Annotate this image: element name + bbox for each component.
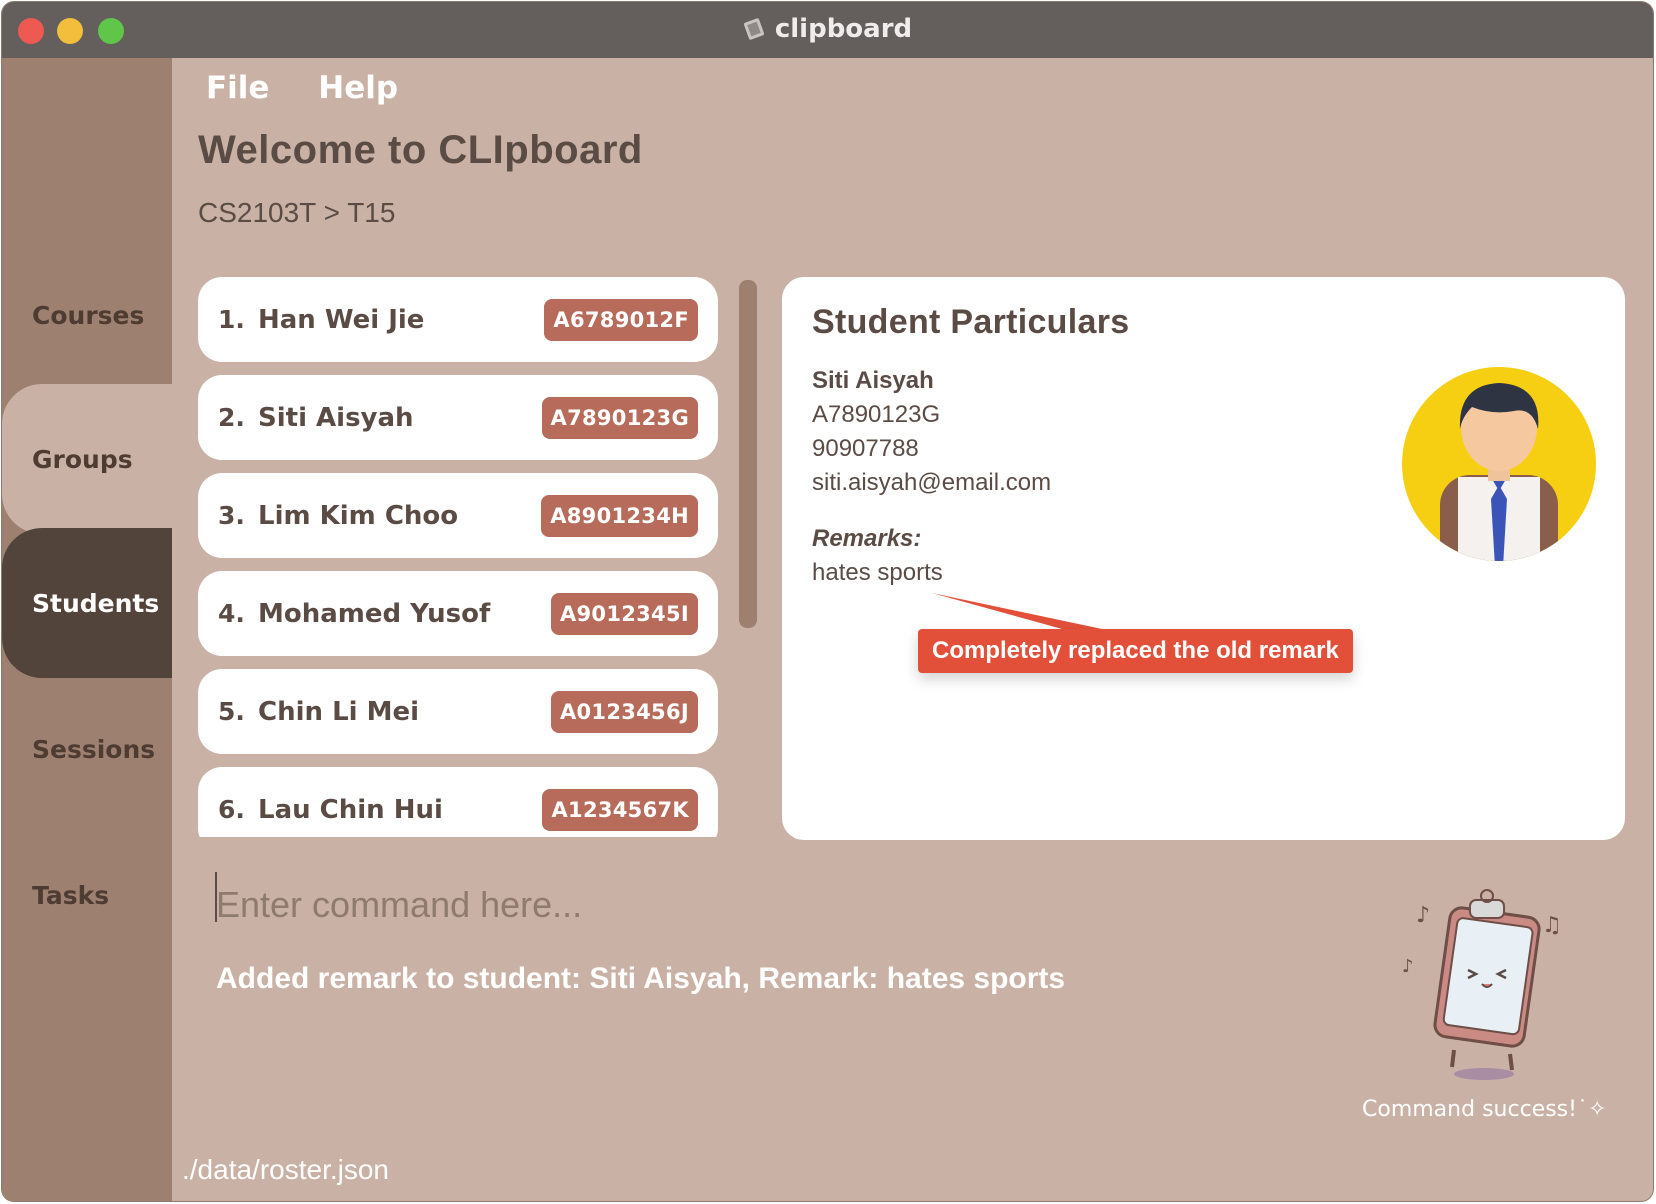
data-file-path: ./data/roster.json xyxy=(182,1154,390,1185)
menu-bar: File Help xyxy=(206,70,436,106)
svg-text:♪: ♪ xyxy=(1402,956,1414,977)
student-index: 3. xyxy=(218,501,245,530)
student-index: 4. xyxy=(218,599,245,628)
clipboard-mascot: ♪ ♫ ♪ xyxy=(1402,889,1562,1080)
student-id-badge: A7890123G xyxy=(541,396,698,439)
menu-file[interactable]: File xyxy=(206,70,269,106)
sidebar-item-label: Tasks xyxy=(32,880,110,910)
student-index: 5. xyxy=(218,697,245,726)
student-id-badge: A1234567K xyxy=(542,788,698,831)
list-item[interactable]: 1. Han Wei Jie A6789012F xyxy=(198,277,718,362)
student-id-badge: A6789012F xyxy=(544,298,698,341)
sidebar-item-label: Courses xyxy=(32,300,145,330)
clipboard-icon xyxy=(743,18,764,40)
student-name: Chin Li Mei xyxy=(258,696,420,727)
list-item[interactable]: 2. Siti Aisyah A7890123G xyxy=(198,375,718,460)
student-name: Mohamed Yusof xyxy=(258,598,491,629)
student-index: 1. xyxy=(218,305,245,334)
list-item[interactable]: 3. Lim Kim Choo A8901234H xyxy=(198,473,718,558)
command-box[interactable] xyxy=(214,880,1314,930)
result-message: Added remark to student: Siti Aisyah, Re… xyxy=(216,962,1066,995)
student-index: 2. xyxy=(218,403,245,432)
student-name: Lau Chin Hui xyxy=(258,794,443,825)
student-id-badge: A9012345I xyxy=(550,592,698,635)
student-list: 1. Han Wei Jie A6789012F 2. Siti Aisyah … xyxy=(198,277,718,837)
breadcrumb[interactable]: CS2103T > T15 xyxy=(198,197,395,229)
student-name: Lim Kim Choo xyxy=(258,500,459,531)
list-item[interactable]: 6. Lau Chin Hui A1234567K xyxy=(198,767,718,837)
student-name: Siti Aisyah xyxy=(258,402,414,433)
svg-text:♫: ♫ xyxy=(1542,913,1562,938)
sidebar-item-students[interactable]: Students xyxy=(2,528,172,678)
student-name: Han Wei Jie xyxy=(258,304,425,335)
status-caption: Command success!˙✧ xyxy=(1362,1097,1607,1122)
sidebar-item-tasks[interactable]: Tasks xyxy=(2,820,172,970)
student-index: 6. xyxy=(218,795,245,824)
sidebar-item-sessions[interactable]: Sessions xyxy=(2,674,172,824)
sidebar: Courses Groups Students Sessions Tasks xyxy=(2,58,172,1201)
app-window: clipboard Courses Groups Students Sessio… xyxy=(2,2,1653,1201)
sidebar-item-label: Students xyxy=(32,588,160,618)
sidebar-item-label: Groups xyxy=(32,444,133,474)
list-scrollbar-thumb[interactable] xyxy=(739,280,757,628)
sidebar-item-groups[interactable]: Groups xyxy=(2,384,172,534)
list-item[interactable]: 4. Mohamed Yusof A9012345I xyxy=(198,571,718,656)
page-title: Welcome to CLIpboard xyxy=(198,128,643,172)
annotation-callout: Completely replaced the old remark xyxy=(918,629,1353,673)
window-title-text: clipboard xyxy=(774,14,913,44)
sidebar-item-courses[interactable]: Courses xyxy=(2,240,172,390)
menu-help[interactable]: Help xyxy=(318,70,398,106)
svg-text:♪: ♪ xyxy=(1416,903,1430,928)
command-input[interactable] xyxy=(214,883,1314,927)
student-id-badge: A8901234H xyxy=(541,494,698,537)
list-item[interactable]: 5. Chin Li Mei A0123456J xyxy=(198,669,718,754)
student-avatar xyxy=(1402,367,1596,561)
title-bar: clipboard xyxy=(2,2,1653,58)
window-title: clipboard xyxy=(2,14,1653,44)
student-particulars-panel: Student Particulars Siti Aisyah A7890123… xyxy=(782,277,1625,840)
sidebar-item-label: Sessions xyxy=(32,734,156,764)
student-id-badge: A0123456J xyxy=(550,690,698,733)
